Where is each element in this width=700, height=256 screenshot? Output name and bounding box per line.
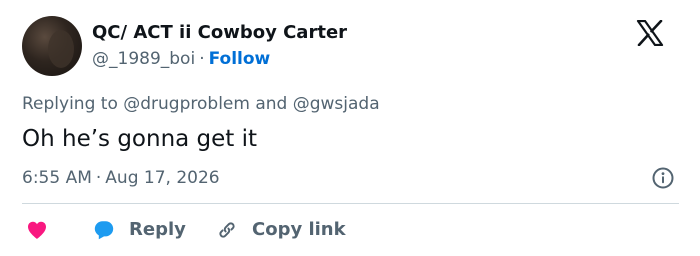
tweet-timestamp[interactable]: 6:55 AM · Aug 17, 2026 (22, 166, 220, 190)
action-bar: Reply Copy link (0, 214, 700, 246)
x-logo-icon[interactable] (636, 20, 664, 46)
link-icon[interactable] (215, 218, 239, 242)
copy-link-button[interactable]: Copy link (252, 218, 346, 242)
replying-to-text: Replying to @drugproblem and @gwsjada (22, 94, 380, 114)
author-handle-row: @_1989_boi · Follow (92, 48, 270, 70)
divider (22, 203, 679, 204)
avatar[interactable] (22, 16, 82, 76)
follow-button[interactable]: Follow (209, 49, 271, 69)
separator-dot: · (95, 168, 102, 188)
tweet-time[interactable]: 6:55 AM (22, 168, 92, 188)
avatar-photo (48, 30, 74, 68)
speech-bubble-icon[interactable] (92, 218, 116, 242)
author-display-name[interactable]: QC/ ACT ii Cowboy Carter (92, 21, 347, 45)
tweet-date[interactable]: Aug 17, 2026 (105, 168, 219, 188)
info-icon[interactable] (651, 166, 675, 190)
tweet-text: Oh he’s gonna get it (22, 126, 258, 152)
author-handle[interactable]: @_1989_boi (92, 49, 195, 69)
heart-icon[interactable] (25, 218, 49, 242)
reply-button[interactable]: Reply (129, 218, 186, 242)
separator-dot: · (199, 49, 205, 69)
